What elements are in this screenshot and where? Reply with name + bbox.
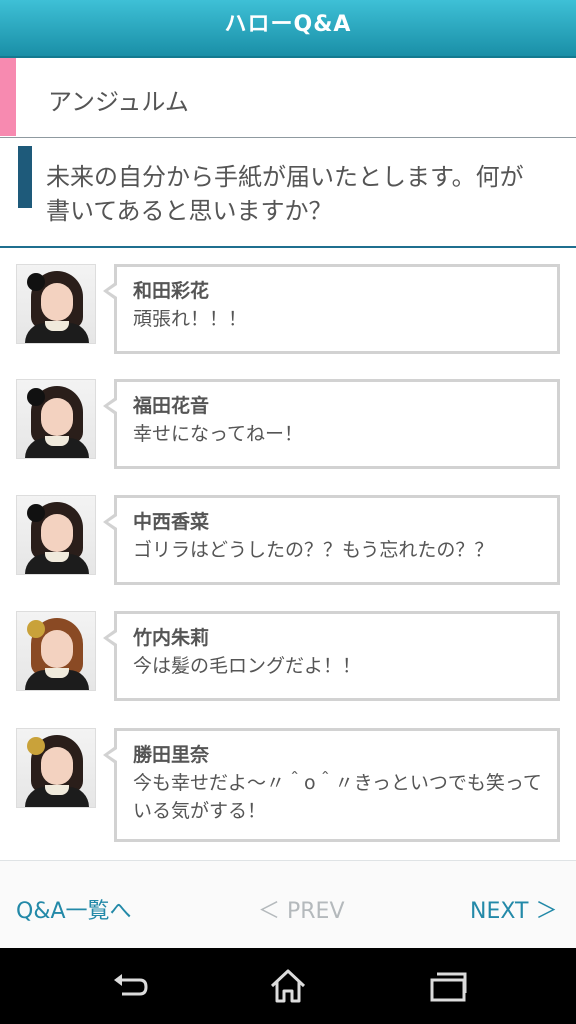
group-accent-bar xyxy=(0,58,16,136)
answer-bubble: 中西香菜 ゴリラはどうしたの？？もう忘れたの？？ xyxy=(103,495,560,585)
question-block: 未来の自分から手紙が届いたとします。何が書いてあると思いますか？ xyxy=(0,138,576,248)
member-name: 竹内朱莉 xyxy=(133,627,210,649)
recent-apps-icon[interactable] xyxy=(426,966,470,1006)
back-icon[interactable] xyxy=(108,966,152,1006)
answer-bubble: 和田彩花 頑張れ！！！ xyxy=(103,264,560,354)
member-name: 勝田里奈 xyxy=(133,744,210,766)
prev-button[interactable]: ＜ PREV xyxy=(258,893,345,925)
question-accent-bar xyxy=(18,146,32,208)
answer-bubble: 竹内朱莉 今は髪の毛ロングだよ！！ xyxy=(103,611,560,701)
member-avatar xyxy=(16,264,96,344)
member-name: 中西香菜 xyxy=(133,511,210,533)
member-avatar xyxy=(16,728,96,808)
footer-nav: Q&A一覧へ ＜ PREV NEXT ＞ xyxy=(0,860,576,948)
group-bar: アンジュルム xyxy=(0,58,576,138)
answer-bubble: 福田花音 幸せになってねー！ xyxy=(103,379,560,469)
answer-text: ゴリラはどうしたの？？もう忘れたの？？ xyxy=(133,539,494,561)
next-button[interactable]: NEXT ＞ xyxy=(470,893,557,925)
app-title: ハローQ&A xyxy=(224,12,352,37)
member-name: 福田花音 xyxy=(133,395,210,417)
member-avatar xyxy=(16,379,96,459)
question-text: 未来の自分から手紙が届いたとします。何が書いてあると思いますか？ xyxy=(46,163,524,225)
system-nav-bar xyxy=(0,948,576,1024)
group-name: アンジュルム xyxy=(48,88,189,116)
member-name: 和田彩花 xyxy=(133,280,210,302)
qa-list-link[interactable]: Q&A一覧へ xyxy=(16,893,132,925)
answer-text: 頑張れ！！！ xyxy=(133,308,248,330)
app-header: ハローQ&A xyxy=(0,0,576,58)
member-avatar xyxy=(16,611,96,691)
home-icon[interactable] xyxy=(266,966,310,1006)
answer-text: 今は髪の毛ロングだよ！！ xyxy=(133,655,362,677)
answer-text: 幸せになってねー！ xyxy=(133,423,304,445)
answer-text: 今も幸せだよ～〃＾o＾〃きっといつでも笑っている気がする！ xyxy=(133,772,542,822)
answer-bubble: 勝田里奈 今も幸せだよ～〃＾o＾〃きっといつでも笑っている気がする！ xyxy=(103,728,560,842)
member-avatar xyxy=(16,495,96,575)
